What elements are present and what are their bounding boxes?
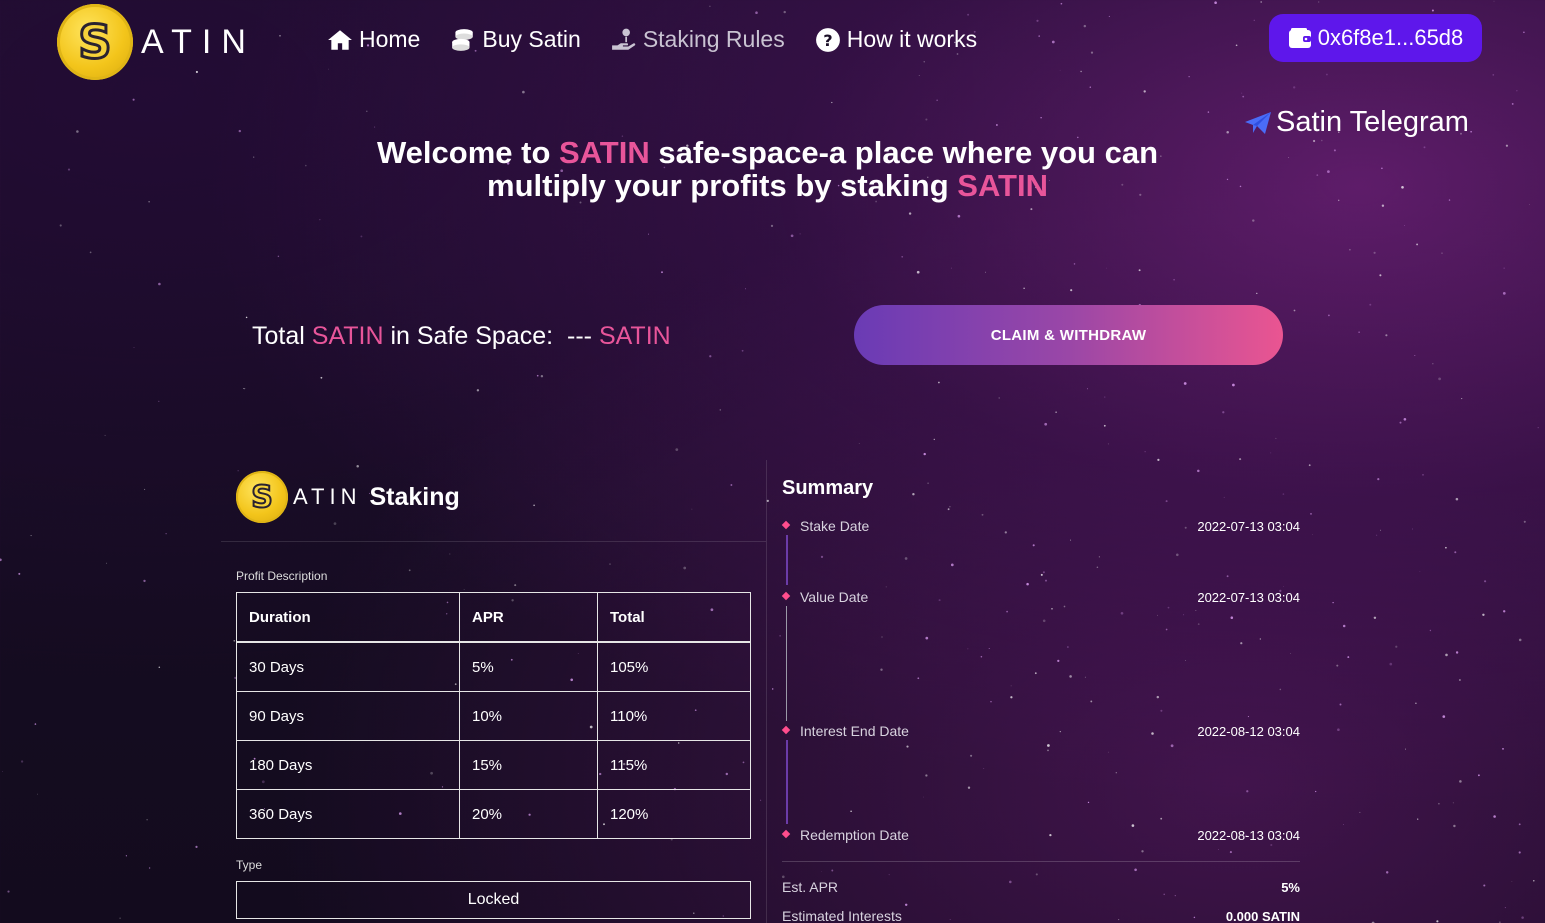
estimated-interests-value: 0.000 SATIN	[1225, 909, 1300, 923]
total-value: ---	[567, 322, 592, 350]
profit-table: Duration APR Total 30 Days 5% 105% 90 Da…	[236, 592, 751, 839]
value-date-value: 2022-07-13 03:04	[1197, 590, 1300, 605]
summary-title: Summary	[782, 477, 874, 499]
home-icon	[328, 29, 352, 50]
svg-text:?: ?	[823, 30, 832, 49]
divider	[782, 861, 1300, 862]
timeline-dot	[781, 591, 791, 601]
telegram-link[interactable]: Satin Telegram	[1244, 106, 1469, 139]
column-header: APR	[459, 592, 598, 643]
paper-plane-icon	[1245, 111, 1271, 134]
timeline-line	[786, 606, 787, 721]
table-row[interactable]: 360 Days 20% 120%	[236, 789, 751, 839]
question-circle-icon: ?	[815, 27, 840, 52]
main-nav: Home Buy Satin Staking Rules ? How it wo…	[327, 26, 977, 53]
nav-how-it-works[interactable]: ? How it works	[815, 26, 977, 53]
satin-logo[interactable]: S ATIN	[57, 4, 256, 80]
value-date-label: Value Date	[800, 589, 869, 605]
redemption-date-value: 2022-08-13 03:04	[1197, 828, 1300, 843]
wallet-address: 0x6f8e1...65d8	[1317, 25, 1464, 50]
hand-coin-icon	[611, 28, 636, 50]
divider	[221, 541, 766, 542]
coins-icon	[452, 28, 474, 51]
table-row[interactable]: 180 Days 15% 115%	[236, 740, 751, 790]
staking-header: S ATIN Staking	[236, 471, 460, 523]
satin-coin-icon: S	[57, 4, 133, 80]
interest-end-date-label: Interest End Date	[800, 723, 909, 739]
total-staked: Total SATIN in Safe Space: --- SATIN	[252, 322, 671, 350]
wallet-button[interactable]: 0x6f8e1...65d8	[1269, 14, 1482, 62]
logo-text: ATIN	[141, 22, 256, 61]
table-row[interactable]: 30 Days 5% 105%	[236, 641, 751, 692]
type-selector[interactable]: Locked	[236, 881, 751, 919]
redemption-date-label: Redemption Date	[800, 827, 909, 843]
timeline-line	[786, 535, 788, 585]
wallet-icon	[1288, 28, 1311, 48]
est-apr-label: Est. APR	[782, 879, 839, 895]
table-row[interactable]: 90 Days 10% 110%	[236, 691, 751, 741]
column-header: Duration	[236, 592, 460, 643]
est-apr-value: 5%	[1281, 880, 1300, 895]
stake-date-label: Stake Date	[800, 518, 870, 534]
stake-date-value: 2022-07-13 03:04	[1197, 519, 1300, 534]
nav-home[interactable]: Home	[327, 26, 420, 53]
timeline-dot	[781, 725, 791, 735]
interest-end-date-value: 2022-08-12 03:04	[1197, 724, 1300, 739]
staking-title: Staking	[369, 482, 460, 511]
nav-buy-satin[interactable]: Buy Satin	[450, 26, 581, 53]
timeline-dot	[781, 829, 791, 839]
timeline-line	[786, 740, 788, 824]
divider	[766, 460, 767, 923]
nav-staking-rules[interactable]: Staking Rules	[611, 26, 785, 53]
profit-description-label: Profit Description	[236, 569, 328, 583]
hero-headline: Welcome to SATIN safe-space-a place wher…	[376, 135, 1159, 203]
satin-coin-icon: S	[236, 471, 288, 523]
column-header: Total	[597, 592, 751, 643]
claim-withdraw-button[interactable]: CLAIM & WITHDRAW	[854, 305, 1283, 365]
estimated-interests-label: Estimated Interests	[782, 908, 902, 923]
type-label: Type	[236, 858, 263, 872]
timeline-dot	[781, 520, 791, 530]
